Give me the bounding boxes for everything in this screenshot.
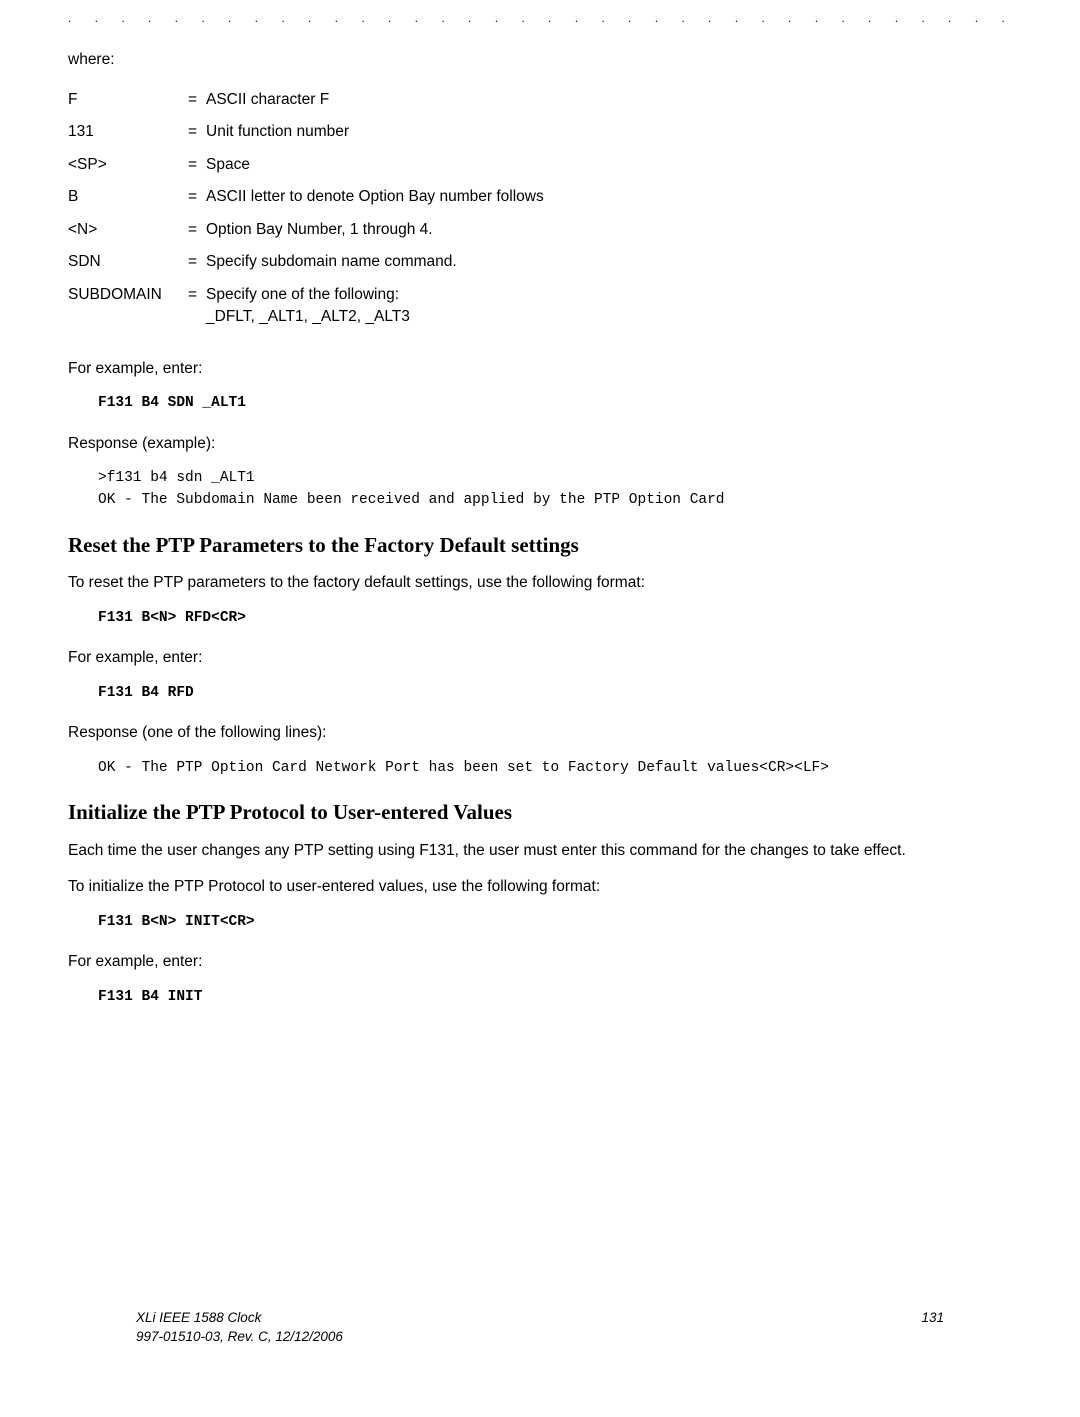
response-one-of-label: Response (one of the following lines): xyxy=(68,722,1012,744)
def-desc: Specify one of the following: _DFLT, _AL… xyxy=(206,279,544,334)
response-example-label: Response (example): xyxy=(68,433,1012,455)
for-example-label: For example, enter: xyxy=(68,647,1012,669)
table-row: B = ASCII letter to denote Option Bay nu… xyxy=(68,181,544,213)
response-block: OK - The PTP Option Card Network Port ha… xyxy=(98,757,1012,779)
def-eq: = xyxy=(188,149,206,181)
table-row: <SP> = Space xyxy=(68,149,544,181)
command-block: F131 B4 INIT xyxy=(98,986,1012,1008)
command-block: F131 B4 RFD xyxy=(98,682,1012,704)
def-term: SDN xyxy=(68,246,188,278)
def-term: <N> xyxy=(68,214,188,246)
def-eq: = xyxy=(188,84,206,116)
for-example-label: For example, enter: xyxy=(68,358,1012,380)
def-eq: = xyxy=(188,181,206,213)
def-desc: Option Bay Number, 1 through 4. xyxy=(206,214,544,246)
for-example-label: For example, enter: xyxy=(68,951,1012,973)
table-row: F = ASCII character F xyxy=(68,84,544,116)
reset-intro: To reset the PTP parameters to the facto… xyxy=(68,572,1012,594)
def-eq: = xyxy=(188,279,206,334)
def-term: 131 xyxy=(68,116,188,148)
page-footer: XLi IEEE 1588 Clock 997-01510-03, Rev. C… xyxy=(136,1308,944,1347)
separator-dots: . . . . . . . . . . . . . . . . . . . . … xyxy=(68,0,1012,49)
heading-reset: Reset the PTP Parameters to the Factory … xyxy=(68,530,1012,560)
table-row: <N> = Option Bay Number, 1 through 4. xyxy=(68,214,544,246)
def-desc: Space xyxy=(206,149,544,181)
def-desc: Unit function number xyxy=(206,116,544,148)
definitions-table: F = ASCII character F 131 = Unit functio… xyxy=(68,84,544,334)
table-row: SDN = Specify subdomain name command. xyxy=(68,246,544,278)
def-eq: = xyxy=(188,214,206,246)
def-eq: = xyxy=(188,246,206,278)
heading-initialize: Initialize the PTP Protocol to User-ente… xyxy=(68,797,1012,827)
init-paragraph-2: To initialize the PTP Protocol to user-e… xyxy=(68,876,1012,898)
def-desc: ASCII letter to denote Option Bay number… xyxy=(206,181,544,213)
footer-revision: 997-01510-03, Rev. C, 12/12/2006 xyxy=(136,1327,343,1347)
response-block: >f131 b4 sdn _ALT1 OK - The Subdomain Na… xyxy=(98,467,1012,512)
def-term: F xyxy=(68,84,188,116)
where-label: where: xyxy=(68,49,1012,71)
command-block: F131 B4 SDN _ALT1 xyxy=(98,392,1012,414)
def-eq: = xyxy=(188,116,206,148)
def-term: B xyxy=(68,181,188,213)
def-term: SUBDOMAIN xyxy=(68,279,188,334)
def-desc: ASCII character F xyxy=(206,84,544,116)
def-desc: Specify subdomain name command. xyxy=(206,246,544,278)
table-row: SUBDOMAIN = Specify one of the following… xyxy=(68,279,544,334)
command-block: F131 B<N> INIT<CR> xyxy=(98,911,1012,933)
table-row: 131 = Unit function number xyxy=(68,116,544,148)
def-term: <SP> xyxy=(68,149,188,181)
footer-title: XLi IEEE 1588 Clock xyxy=(136,1308,343,1328)
init-paragraph-1: Each time the user changes any PTP setti… xyxy=(68,840,1012,862)
page-number: 131 xyxy=(921,1308,944,1328)
command-block: F131 B<N> RFD<CR> xyxy=(98,607,1012,629)
